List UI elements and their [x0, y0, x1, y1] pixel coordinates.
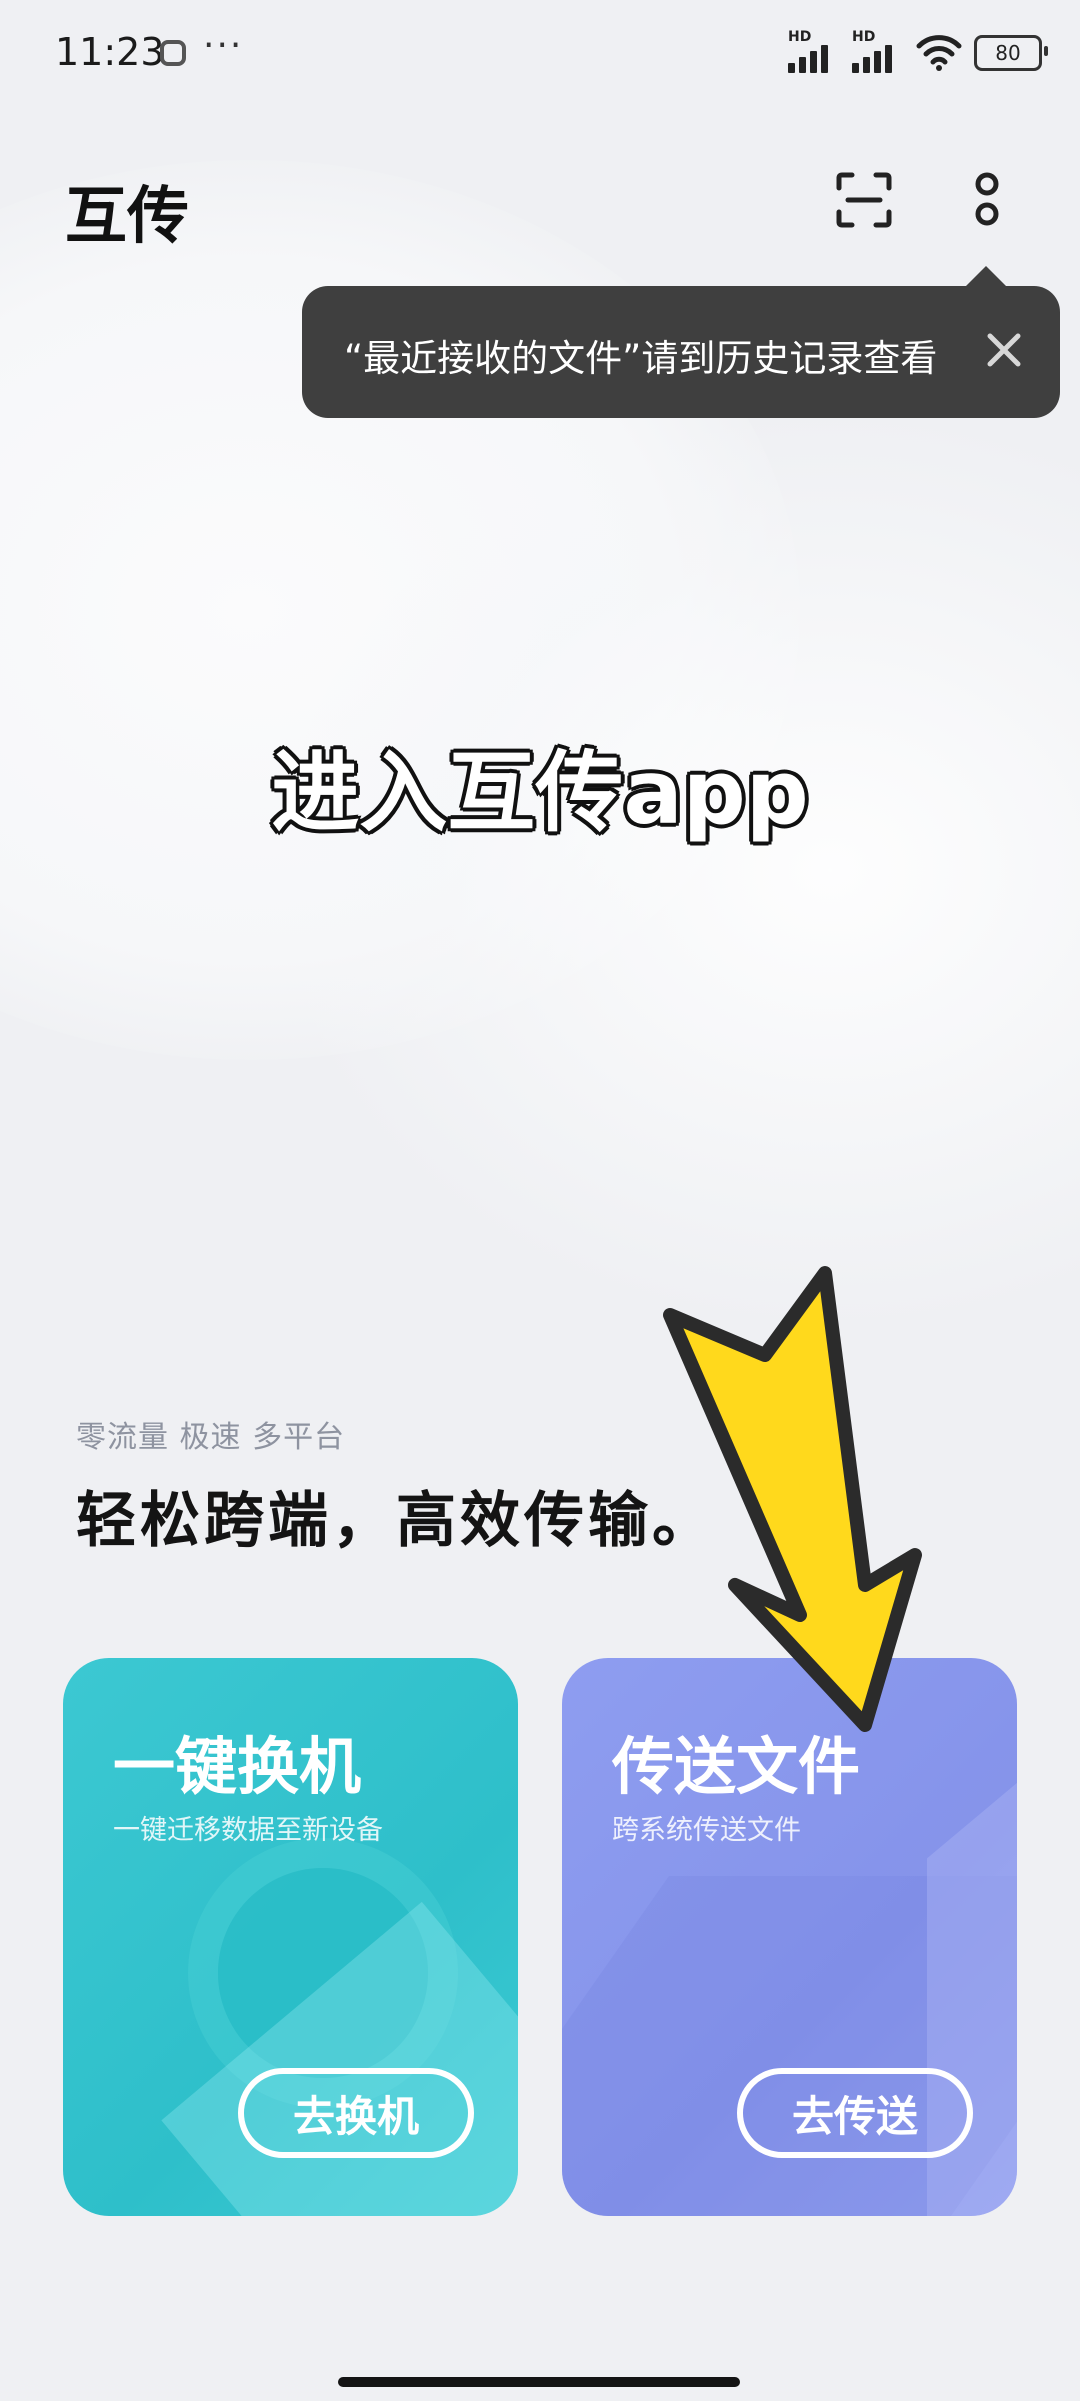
scan-icon[interactable]: [836, 172, 892, 228]
battery-icon: 80: [974, 35, 1048, 71]
card-subtitle: 一键迁移数据至新设备: [113, 1815, 383, 1846]
tooltip: “最近接收的文件”请到历史记录查看: [302, 266, 1060, 418]
page-title: 互传: [65, 179, 190, 252]
status-icons: HD HD 80: [788, 28, 1048, 78]
tooltip-text: “最近接收的文件”请到历史记录查看: [344, 337, 938, 380]
home-indicator[interactable]: [338, 2377, 740, 2387]
send-files-button[interactable]: 去传送: [737, 2068, 973, 2158]
card-title: 一键换机: [113, 1730, 362, 1803]
signal-icon: HD: [852, 29, 904, 73]
more-options-icon[interactable]: [962, 168, 1012, 232]
tagline: 零流量 极速 多平台: [76, 1420, 346, 1455]
wifi-icon: [916, 35, 962, 71]
status-time: 11:23: [55, 30, 165, 74]
close-icon[interactable]: [984, 330, 1024, 370]
video-caption: 进入互传app: [271, 741, 809, 844]
phone-clone-card[interactable]: 一键换机 一键迁移数据至新设备 去换机: [63, 1658, 518, 2216]
annotation-arrow-icon: [663, 1266, 922, 1732]
switch-phone-button[interactable]: 去换机: [238, 2068, 474, 2158]
signal-icon: HD: [788, 29, 840, 73]
headline: 轻松跨端，高效传输。: [76, 1486, 716, 1556]
battery-level: 80: [995, 41, 1021, 65]
more-notifications-icon: ···: [203, 25, 244, 66]
card-subtitle: 跨系统传送文件: [612, 1815, 801, 1846]
notification-icon: [160, 40, 186, 66]
status-bar: 11:23 ··· HD HD 80: [0, 0, 1080, 100]
